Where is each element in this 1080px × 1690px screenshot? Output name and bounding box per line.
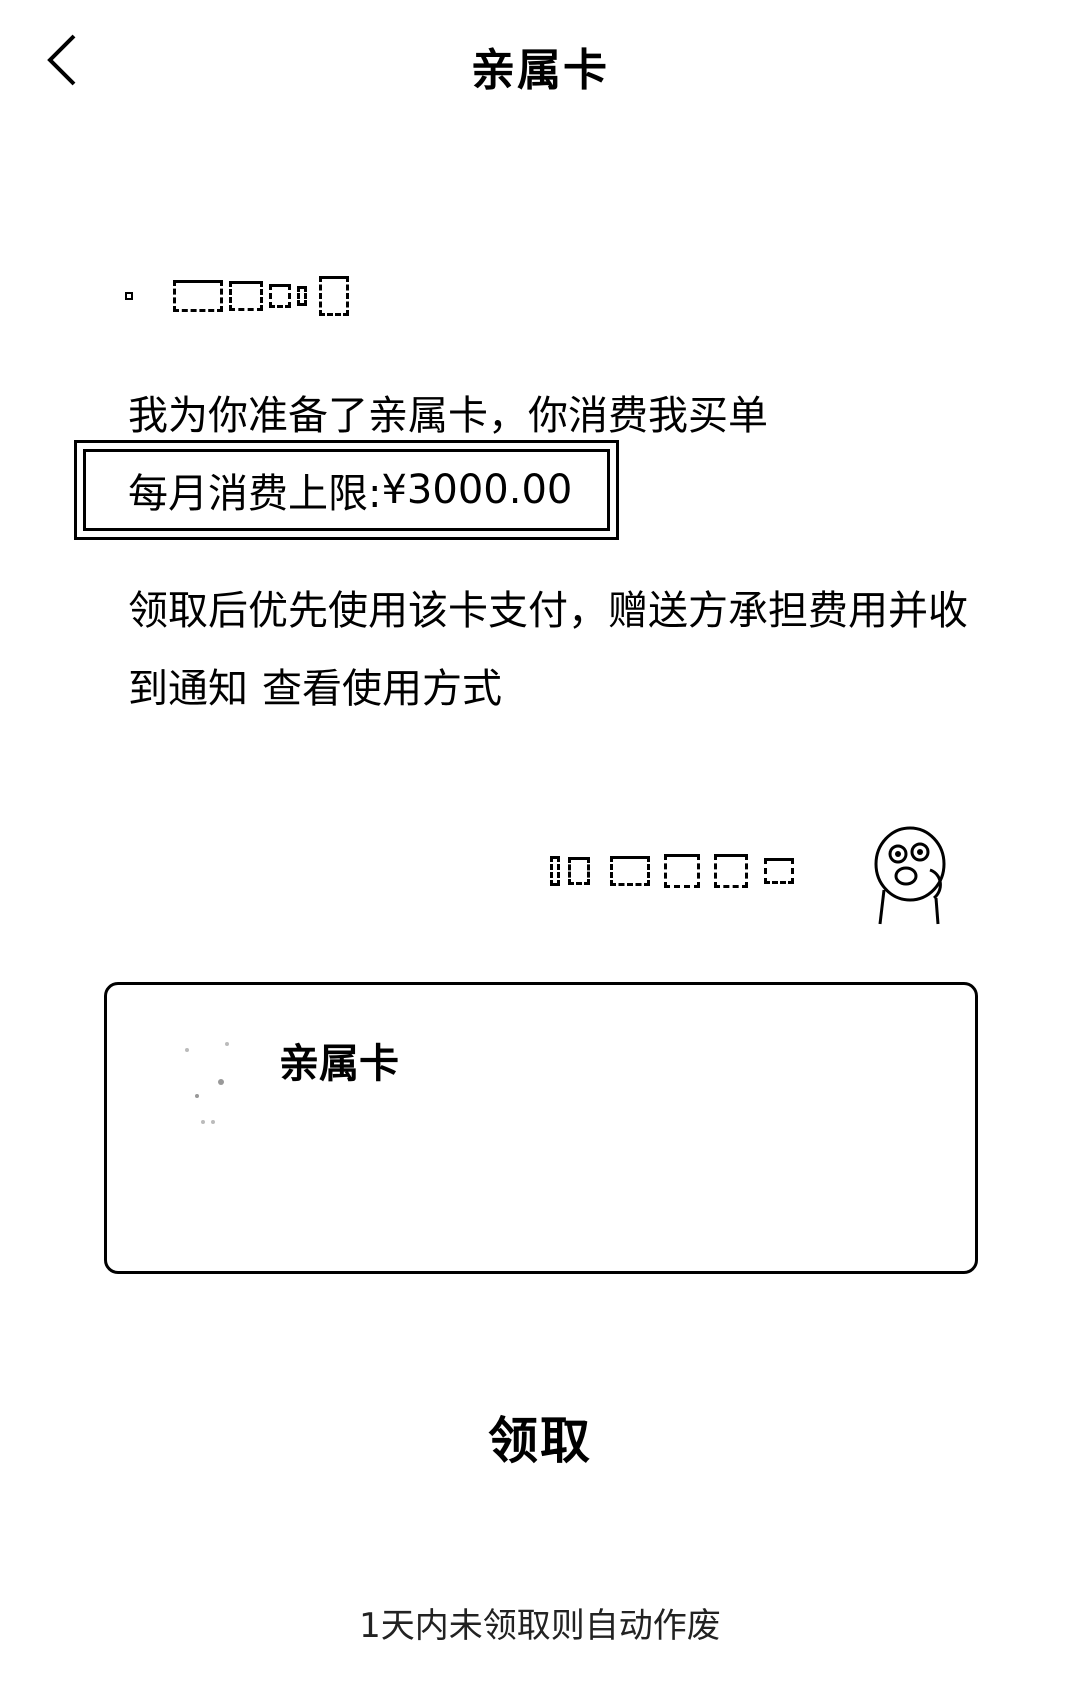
redacted-glyph (297, 286, 307, 306)
sender-row (540, 820, 960, 930)
redacted-glyph (568, 857, 590, 885)
redacted-glyph (319, 276, 349, 316)
redacted-glyph (173, 280, 223, 312)
sender-nickname-redacted (550, 846, 800, 896)
gift-message: 我为你准备了亲属卡，你消费我买单 (128, 393, 768, 439)
redacted-glyph (550, 856, 560, 886)
redacted-glyph (610, 856, 650, 886)
sender-name-redacted (125, 268, 355, 324)
nav-bar: 亲属卡 (0, 0, 1080, 130)
expiry-note: 1天内未领取则自动作废 (359, 1606, 721, 1646)
redacted-glyph (125, 292, 133, 300)
redacted-glyph (664, 854, 700, 888)
redacted-glyph (269, 284, 291, 308)
redacted-glyph (714, 854, 748, 888)
claim-button[interactable]: 领取 (340, 1396, 740, 1486)
usage-description-text: 领取后优先使用该卡支付，赠送方承担费用并收到通知 (128, 588, 968, 712)
kinship-card[interactable]: 亲属卡 (104, 982, 978, 1274)
redacted-glyph (229, 281, 263, 311)
page-title: 亲属卡 (471, 45, 609, 96)
monthly-limit-label: 每月消费上限: (128, 471, 382, 517)
card-logo-icon (185, 1042, 229, 1124)
view-usage-link[interactable]: 查看使用方式 (262, 666, 502, 712)
usage-description: 领取后优先使用该卡支付，赠送方承担费用并收到通知 查看使用方式 (128, 572, 978, 728)
redacted-glyph (764, 858, 794, 884)
card-title: 亲属卡 (279, 1041, 399, 1087)
monthly-limit-box: 每月消费上限: ¥3000.00 (74, 440, 619, 540)
monthly-limit-value: ¥3000.00 (381, 467, 573, 513)
monthly-limit-inner: 每月消费上限: ¥3000.00 (83, 449, 610, 531)
avatar (874, 826, 946, 925)
